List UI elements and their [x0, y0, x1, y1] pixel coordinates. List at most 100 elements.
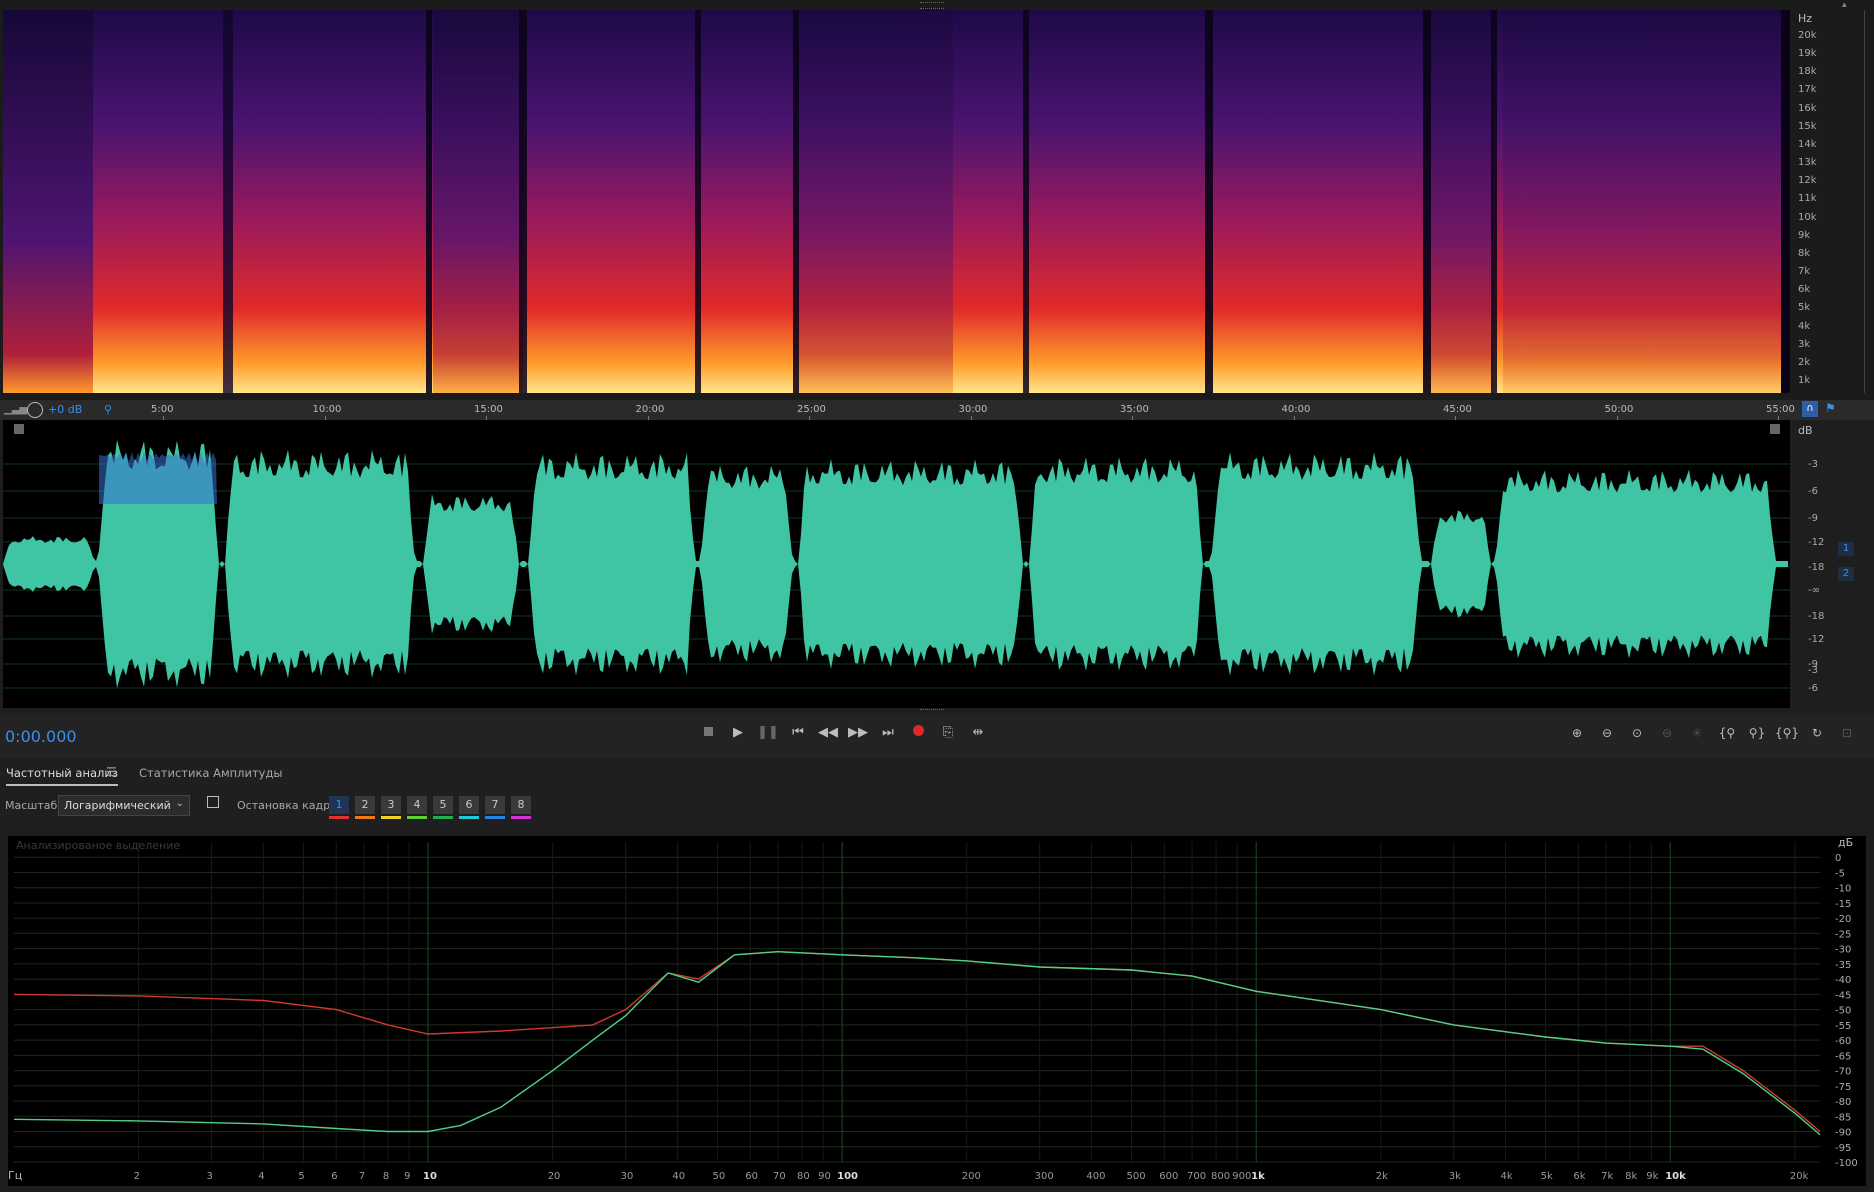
zoom-out-amplitude-icon: ⊖	[1601, 726, 1613, 740]
time-label: 40:00	[1281, 404, 1311, 415]
frequency-chart-canvas: 2 3 4 5 6 7 8 9 10 20 30 40 50 60 70 80 90 100 200 300 400 50…	[8, 836, 1858, 1182]
freeze-frame-6-button[interactable]: 6	[459, 796, 479, 819]
play-button[interactable]: ▶	[727, 722, 749, 744]
y-tick-label: -30	[1835, 945, 1851, 956]
x-tick-label: 4k	[1500, 1171, 1512, 1182]
x-tick-label: 70	[773, 1171, 786, 1182]
freq-label: 20k	[1798, 30, 1817, 41]
zoom-both-button[interactable]: {⚲}	[1775, 722, 1799, 744]
db-label: -6	[1808, 486, 1818, 497]
freeze-frame-number: 7	[491, 798, 499, 811]
marker-icon[interactable]: ⚑	[1825, 401, 1836, 415]
y-tick-label: -50	[1835, 1006, 1851, 1017]
skip-end-button[interactable]: ⏭	[877, 722, 899, 744]
freeze-frame-label: Остановка кадра:	[237, 799, 341, 812]
x-tick-label: 20	[548, 1171, 561, 1182]
db-label: -∞	[1808, 585, 1820, 596]
freq-label: 15k	[1798, 120, 1817, 132]
zoom-selection-icon: ⊙	[1631, 726, 1643, 740]
frequency-analysis-chart[interactable]: 2 3 4 5 6 7 8 9 10 20 30 40 50 60 70 80 90 100 200 300 400 50…	[8, 836, 1866, 1186]
freeze-frame-1-button[interactable]: 1	[329, 796, 349, 819]
copy-icon[interactable]	[207, 796, 219, 808]
corner-right-icon[interactable]	[1770, 424, 1780, 434]
spectrogram[interactable]	[3, 10, 1790, 393]
y-tick-label: -45	[1835, 990, 1851, 1001]
stop-icon	[703, 727, 713, 736]
zoom-reset-icon: ↻	[1811, 726, 1823, 740]
freeze-frame-8-button[interactable]: 8	[511, 796, 531, 819]
freq-label: 13k	[1798, 157, 1817, 169]
zoom-reset-button[interactable]: ↻	[1805, 722, 1829, 744]
y-tick-label: -5	[1835, 868, 1845, 879]
zoom-in-amplitude-button[interactable]: ⊕	[1565, 722, 1589, 744]
record-button[interactable]	[907, 722, 929, 744]
timeline-ruler[interactable]: ▁▃▅ +0 dB ⚲ 5:00 10:00 15:00 20:00 25:00 30:0…	[0, 400, 1874, 420]
zoom-full-button[interactable]: ⊡	[1835, 722, 1859, 744]
x-tick-label: 500	[1127, 1171, 1146, 1182]
skip-selection-button[interactable]: ⇹	[967, 722, 989, 744]
zoom-left-button[interactable]: {⚲	[1715, 722, 1739, 744]
freq-label: 5k	[1798, 302, 1811, 314]
channel-2-button[interactable]: 2	[1838, 567, 1854, 581]
x-tick-label: 80	[797, 1171, 810, 1182]
zoom-out-amplitude-button[interactable]: ⊖	[1595, 722, 1619, 744]
play-icon: ▶	[733, 725, 743, 740]
pause-icon: ❚❚	[757, 725, 779, 740]
time-label: 10:00	[312, 404, 342, 415]
freeze-frame-color-swatch	[407, 816, 427, 819]
skip-start-button[interactable]: ⏮	[787, 722, 809, 744]
time-label: 15:00	[474, 404, 503, 415]
zoom-in-time-button[interactable]: ✳	[1685, 722, 1709, 744]
skip-selection-icon: ⇹	[972, 725, 984, 740]
rewind-icon: ◀◀	[818, 725, 838, 740]
x-tick-label: 5k	[1541, 1171, 1553, 1182]
loop-icon[interactable]: ∩	[1802, 401, 1818, 417]
freeze-frame-3-button[interactable]: 3	[381, 796, 401, 819]
freq-label: 3k	[1798, 338, 1811, 350]
channel-1-button[interactable]: 1	[1838, 542, 1854, 556]
zoom-out-full-icon: ⊖	[1661, 726, 1673, 740]
stop-button[interactable]	[697, 722, 719, 744]
skip-end-icon: ⏭	[882, 725, 894, 740]
x-tick-label: 20k	[1790, 1171, 1809, 1182]
freeze-frame-4-button[interactable]: 4	[407, 796, 427, 819]
tab-frequency-analysis[interactable]: Частотный анализ	[6, 766, 118, 786]
x-tick-label: 4	[258, 1171, 264, 1182]
freeze-frame-2-button[interactable]: 2	[355, 796, 375, 819]
y-tick-label: -65	[1835, 1051, 1851, 1062]
time-label: 30:00	[958, 404, 988, 415]
tab-amplitude-statistics[interactable]: Статистика Амплитуды	[139, 766, 283, 780]
rewind-button[interactable]: ◀◀	[817, 722, 839, 744]
loop-playback-button[interactable]: ⎘	[937, 722, 959, 744]
scroll-arrow-icon[interactable]: ▴	[1842, 0, 1847, 10]
y-tick-label: -95	[1835, 1143, 1851, 1154]
scale-dropdown[interactable]: Логарифмический ⌄	[58, 795, 190, 816]
freeze-frame-7-button[interactable]: 7	[485, 796, 505, 819]
pause-button[interactable]: ❚❚	[757, 722, 779, 744]
top-resize-handle[interactable]	[920, 2, 944, 9]
scale-label: Масштаб:	[5, 799, 61, 812]
time-labels: 5:00 10:00 15:00 20:00 25:00 30:00 35:00 40:00 4…	[0, 400, 1795, 420]
freeze-frame-color-swatch	[433, 816, 453, 819]
time-label: 55:00	[1766, 404, 1795, 415]
freeze-frame-5-button[interactable]: 5	[433, 796, 453, 819]
waveform-display[interactable]	[3, 420, 1790, 708]
zoom-selection-button[interactable]: ⊙	[1625, 722, 1649, 744]
time-label: 45:00	[1443, 404, 1472, 415]
zoom-full-icon: ⊡	[1841, 726, 1853, 740]
zoom-out-full-button[interactable]: ⊖	[1655, 722, 1679, 744]
y-tick-label: -75	[1835, 1082, 1851, 1093]
zoom-right-button[interactable]: ⚲}	[1745, 722, 1769, 744]
zoom-in-amplitude-icon: ⊕	[1571, 726, 1583, 740]
corner-left-icon[interactable]	[14, 424, 24, 434]
current-time-display[interactable]: 0:00.000	[5, 727, 77, 746]
freeze-frame-number: 8	[517, 798, 525, 811]
db-label: -18	[1808, 562, 1825, 573]
freq-label: 17k	[1798, 84, 1817, 96]
scale-dropdown-value: Логарифмический	[64, 799, 171, 812]
x-tick-label: 400	[1086, 1171, 1105, 1182]
panel-menu-icon[interactable]: ☰	[106, 765, 117, 779]
tab-frequency-analysis-label: Частотный анализ	[6, 766, 118, 780]
x-tick-label: 700	[1187, 1171, 1206, 1182]
fast-forward-button[interactable]: ▶▶	[847, 722, 869, 744]
